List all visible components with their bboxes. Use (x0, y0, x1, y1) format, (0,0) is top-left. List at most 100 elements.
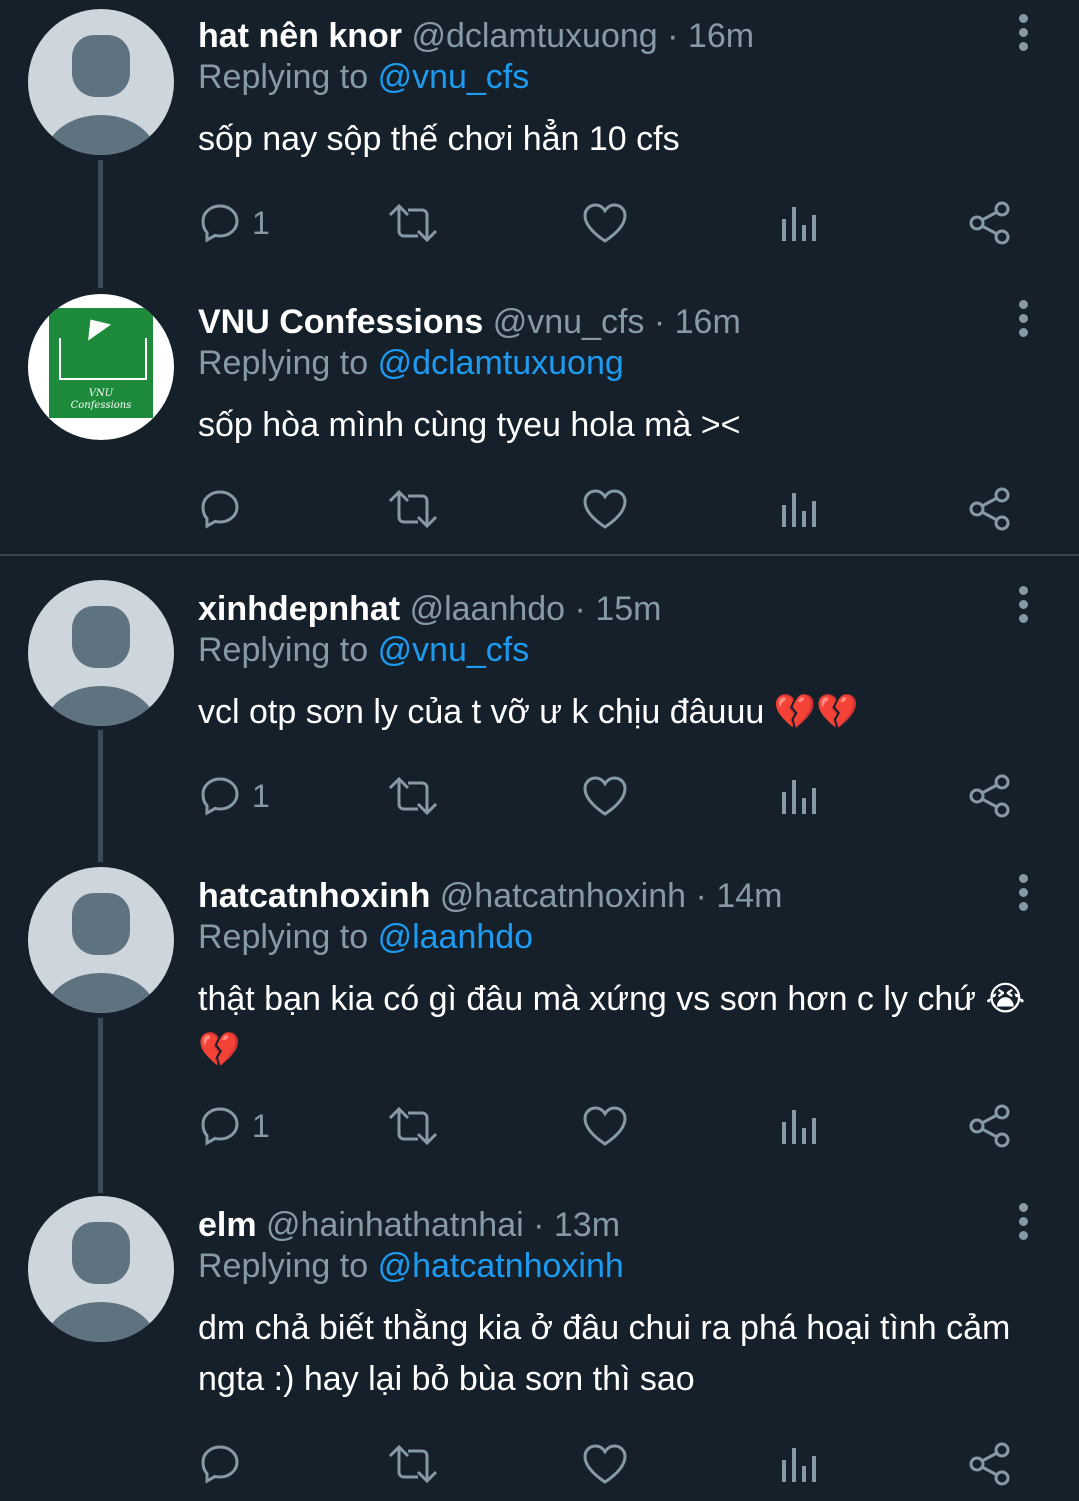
reply-icon (201, 490, 239, 529)
tweet-text: dm chả biết thằng kia ở đâu chui ra phá … (198, 1309, 1011, 1398)
mention-link[interactable]: @laanhdo (378, 918, 534, 956)
reply-icon (201, 777, 239, 816)
thread-line (98, 730, 103, 862)
retweet-button[interactable] (386, 485, 440, 533)
share-icon (969, 1442, 1010, 1486)
share-icon (969, 201, 1010, 245)
timestamp[interactable]: · 16m (667, 17, 754, 55)
reply-icon (201, 1107, 239, 1146)
like-icon (583, 1444, 627, 1484)
analytics-icon (782, 1448, 816, 1482)
tweet-text: vcl otp sơn ly của t vỡ ư k chịu đâuuu 💔… (198, 693, 859, 731)
share-button[interactable] (968, 199, 1012, 247)
retweet-button[interactable] (386, 1102, 440, 1150)
analytics-button[interactable] (778, 199, 818, 247)
timestamp[interactable]: · 15m (575, 590, 662, 628)
timestamp[interactable]: · 16m (654, 303, 741, 341)
replying-to: Replying to @hatcatnhoxinh (198, 1247, 624, 1285)
reply-button[interactable] (198, 485, 252, 533)
analytics-icon (782, 207, 816, 241)
share-icon (969, 774, 1010, 818)
avatar[interactable] (28, 867, 174, 1013)
retweet-button[interactable] (386, 1440, 440, 1488)
like-button[interactable] (582, 1102, 628, 1150)
like-icon (583, 776, 627, 816)
handle[interactable]: @dclamtuxuong (411, 17, 657, 55)
retweet-button[interactable] (386, 199, 440, 247)
display-name[interactable]: hat nên knor (198, 17, 402, 55)
like-icon (583, 1106, 627, 1146)
tweet-header: hat nên knor @dclamtuxuong · 16m (198, 16, 1039, 56)
mention-link[interactable]: @dclamtuxuong (378, 344, 624, 382)
action-bar: 1 (198, 199, 1018, 247)
mention-link[interactable]: @hatcatnhoxinh (378, 1247, 624, 1285)
retweet-icon (388, 776, 438, 816)
thread-line (98, 1018, 103, 1193)
analytics-icon (782, 780, 816, 814)
action-bar: 1 (198, 772, 1018, 820)
analytics-button[interactable] (778, 772, 818, 820)
tweet-header: elm @hainhathatnhai · 13m (198, 1205, 1039, 1245)
timestamp[interactable]: · 14m (695, 877, 782, 915)
more-icon[interactable] (1015, 586, 1031, 626)
tweet-text: sốp hòa mình cùng tyeu hola mà >< (198, 406, 741, 444)
retweet-icon (388, 1444, 438, 1484)
divider (0, 554, 1079, 556)
retweet-button[interactable] (386, 772, 440, 820)
mention-link[interactable]: @vnu_cfs (378, 631, 530, 669)
retweet-icon (388, 203, 438, 243)
avatar[interactable]: VNU Confessions (28, 294, 174, 440)
avatar[interactable] (28, 580, 174, 726)
reply-icon (201, 1445, 239, 1484)
reply-count: 1 (252, 1107, 270, 1144)
handle[interactable]: @laanhdo (410, 590, 566, 628)
reply-count: 1 (252, 777, 270, 814)
analytics-button[interactable] (778, 1102, 818, 1150)
more-icon[interactable] (1015, 1203, 1031, 1243)
analytics-icon (782, 1110, 816, 1144)
like-button[interactable] (582, 485, 628, 533)
display-name[interactable]: xinhdepnhat (198, 590, 400, 628)
like-button[interactable] (582, 1440, 628, 1488)
display-name[interactable]: VNU Confessions (198, 303, 483, 341)
timestamp[interactable]: · 13m (533, 1206, 620, 1244)
vnu-logo: VNU Confessions (49, 308, 153, 418)
avatar[interactable] (28, 9, 174, 155)
analytics-button[interactable] (778, 485, 818, 533)
like-button[interactable] (582, 772, 628, 820)
share-button[interactable] (968, 1102, 1012, 1150)
share-button[interactable] (968, 485, 1012, 533)
action-bar (198, 1440, 1018, 1488)
display-name[interactable]: elm (198, 1206, 257, 1244)
tweet-header: VNU Confessions @vnu_cfs · 16m (198, 302, 1039, 342)
handle[interactable]: @vnu_cfs (493, 303, 645, 341)
reply-button[interactable]: 1 (198, 772, 270, 820)
reply-button[interactable]: 1 (198, 1102, 270, 1150)
handle[interactable]: @hatcatnhoxinh (440, 877, 686, 915)
tweet-header: hatcatnhoxinh @hatcatnhoxinh · 14m (198, 876, 1039, 916)
action-bar: 1 (198, 1102, 1018, 1150)
more-icon[interactable] (1015, 14, 1031, 54)
thread-line (98, 160, 103, 288)
reply-button[interactable]: 1 (198, 199, 270, 247)
like-icon (583, 489, 627, 529)
reply-icon (201, 204, 239, 243)
mention-link[interactable]: @vnu_cfs (378, 58, 530, 96)
share-button[interactable] (968, 1440, 1012, 1488)
more-icon[interactable] (1015, 300, 1031, 340)
avatar[interactable] (28, 1196, 174, 1342)
tweet-header: xinhdepnhat @laanhdo · 15m (198, 589, 1039, 629)
display-name[interactable]: hatcatnhoxinh (198, 877, 430, 915)
action-bar (198, 485, 1018, 533)
share-icon (969, 487, 1010, 531)
analytics-icon (782, 493, 816, 527)
replying-to: Replying to @vnu_cfs (198, 58, 530, 96)
analytics-button[interactable] (778, 1440, 818, 1488)
more-icon[interactable] (1015, 874, 1031, 914)
retweet-icon (388, 489, 438, 529)
handle[interactable]: @hainhathatnhai (266, 1206, 524, 1244)
reply-button[interactable] (198, 1440, 252, 1488)
share-button[interactable] (968, 772, 1012, 820)
like-button[interactable] (582, 199, 628, 247)
replying-to: Replying to @vnu_cfs (198, 631, 530, 669)
